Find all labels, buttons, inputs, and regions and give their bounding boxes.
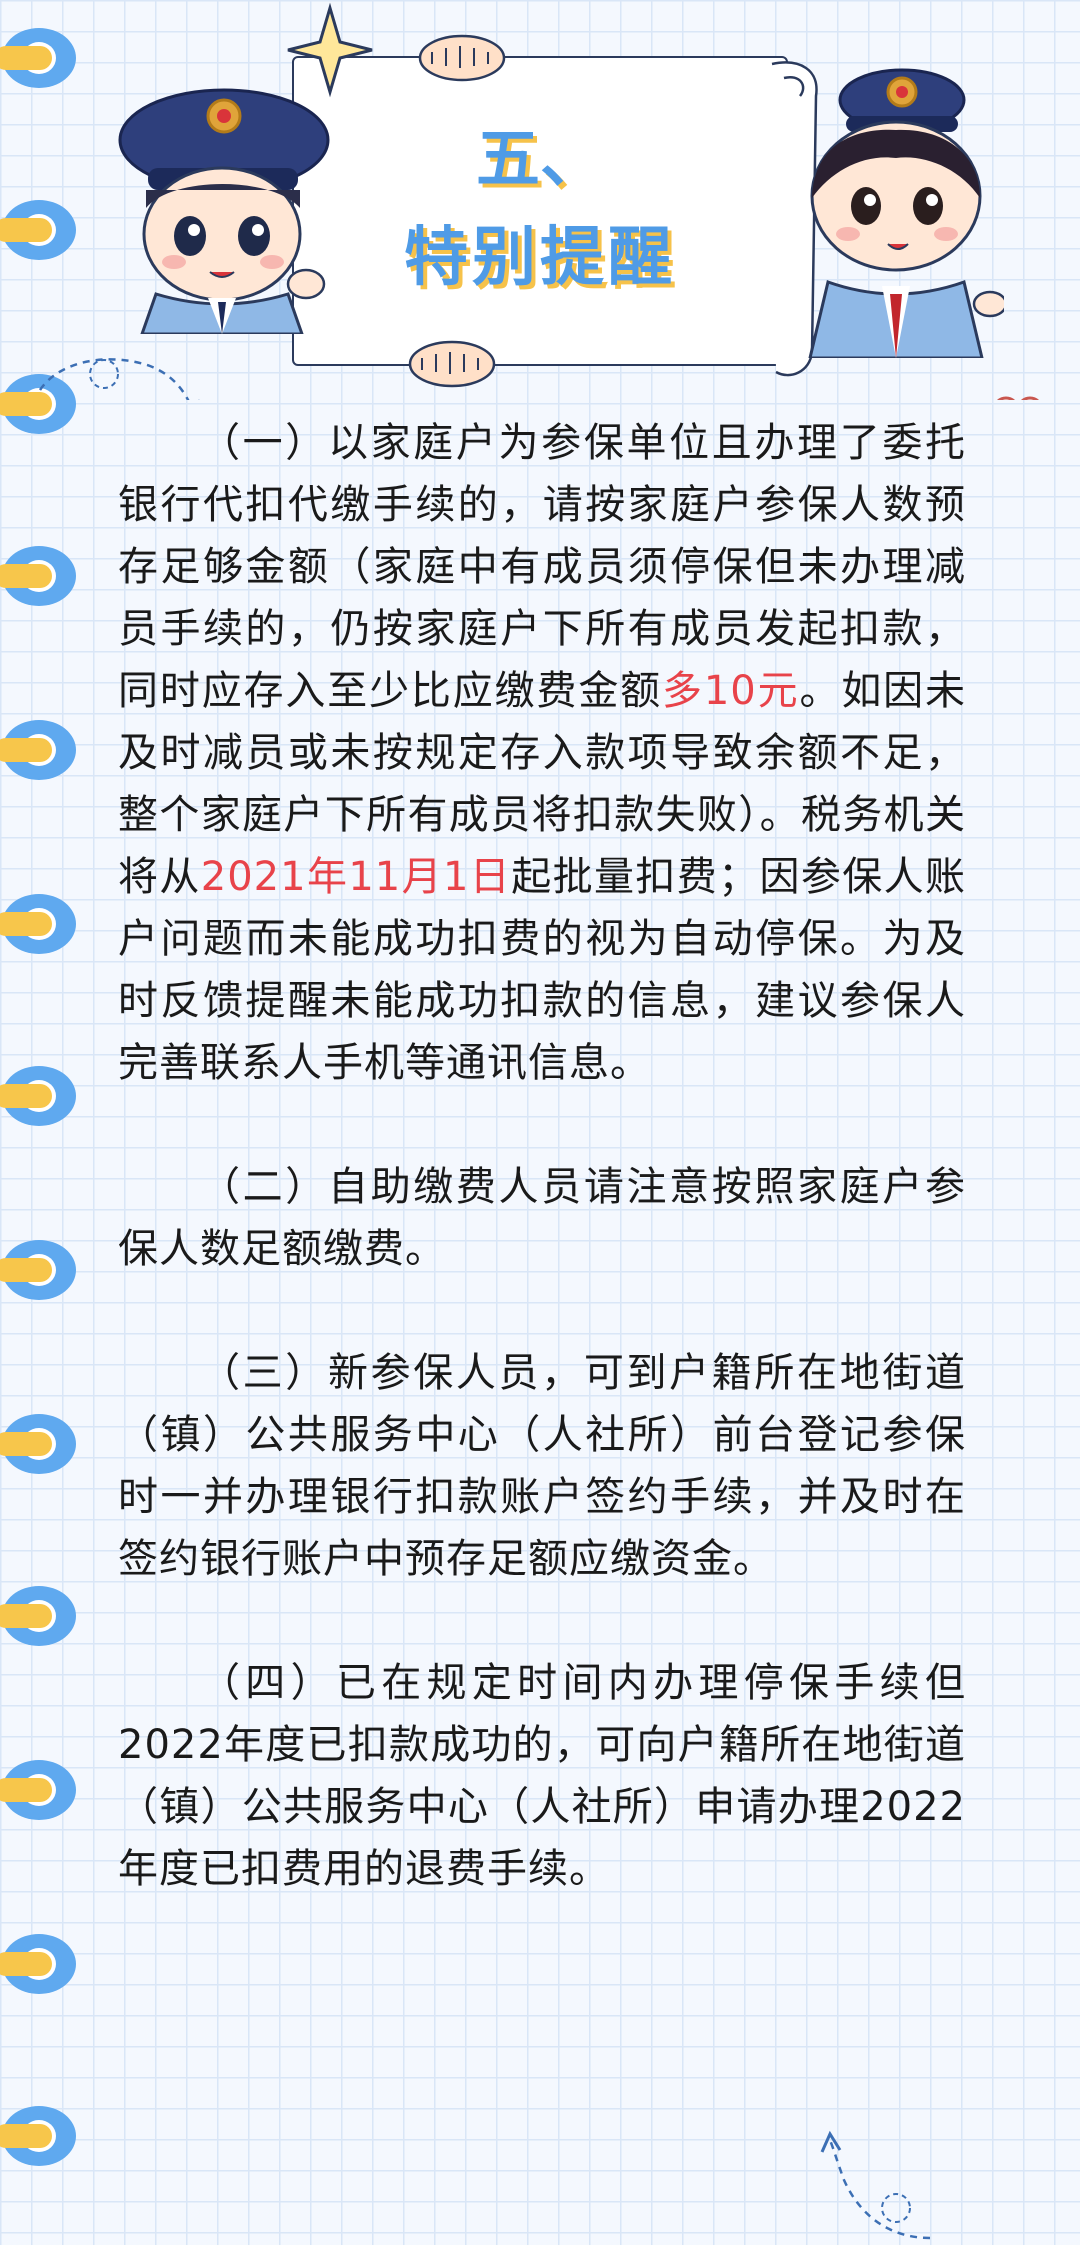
paragraph-2: （二）自助缴费人员请注意按照家庭户参保人数足额缴费。 [118, 1164, 966, 1272]
paragraph-3: （三）新参保人员，可到户籍所在地街道（镇）公共服务中心（人社所）前台登记参保时一… [118, 1350, 966, 1582]
notebook-ring-icon [0, 1586, 86, 1646]
dashed-arrow-icon [820, 2130, 931, 2240]
notebook-ring-icon [0, 1760, 86, 1820]
notebook-ring-icon [0, 720, 86, 780]
female-officer-illustration [808, 68, 1004, 358]
notebook-ring-icon [0, 894, 86, 954]
notice-content: （一）以家庭户为参保单位且办理了委托银行代扣代缴手续的，请按家庭户参保人数预存足… [118, 412, 966, 1962]
dashed-arrow-icon [38, 358, 190, 400]
paragraph-4: （四）已在规定时间内办理停保手续但2022年度已扣款成功的，可向户籍所在地街道（… [118, 1660, 966, 1892]
paragraph-1: （一）以家庭户为参保单位且办理了委托银行代扣代缴手续的，请按家庭户参保人数预存足… [118, 420, 967, 1086]
highlight-date: 2021年11月1日 [200, 854, 512, 900]
notebook-ring-icon [0, 2106, 86, 2166]
flower-icon [996, 396, 1040, 400]
notebook-ring-icon [0, 1934, 86, 1994]
notebook-ring-icon [0, 1066, 86, 1126]
notebook-ring-icon [0, 546, 86, 606]
header-banner: 五、 特别提醒 [0, 0, 1080, 400]
highlight-amount: 多10元 [662, 668, 800, 714]
notebook-ring-icon [0, 1414, 86, 1474]
notebook-ring-icon [0, 1240, 86, 1300]
